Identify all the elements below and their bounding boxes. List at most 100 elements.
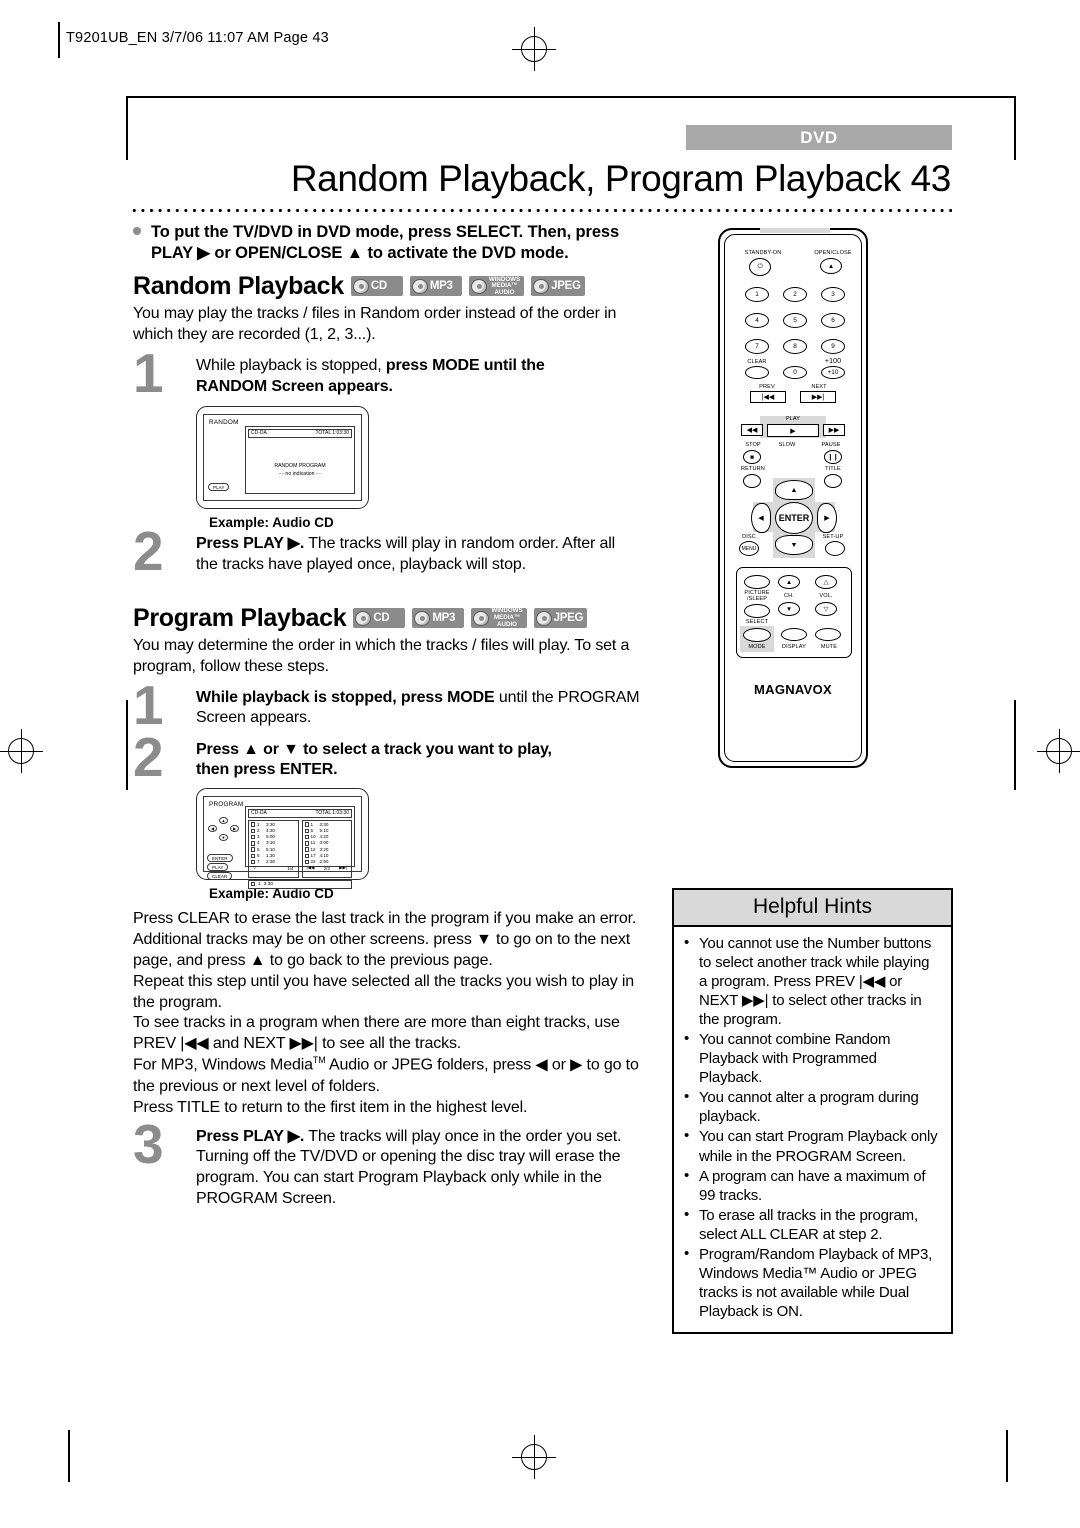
standby-on-button[interactable]: ⏻ (749, 258, 771, 276)
badge-mp3-label: MP3 (429, 279, 453, 292)
number-7-button[interactable]: 7 (745, 339, 769, 354)
volume-up-button[interactable]: △ (815, 575, 837, 589)
pause-label: PAUSE (821, 442, 841, 448)
intro-bullet: To put the TV/DVD in DVD mode, press SEL… (133, 222, 641, 265)
track-checkbox-icon (304, 822, 309, 828)
plus-10-button[interactable]: +10 (821, 366, 845, 379)
random-playback-heading-row: Random Playback CD MP3 WINDOWS MEDIA™ AU… (133, 272, 641, 301)
helpful-hints-box: Helpful Hints You cannot use the Number … (672, 888, 953, 1334)
number-3-button[interactable]: 3 (821, 287, 845, 302)
cursor-left-button[interactable]: ◀ (751, 503, 771, 533)
page-frame-left (126, 96, 128, 160)
program-screen-track-columns: 1 3:30 2 4:30 3 5:00 4 3:10 5 5:10 6 1:30 7 2:3… (248, 819, 352, 878)
play-button[interactable]: ▶ (767, 424, 819, 437)
number-1-button[interactable]: 1 (745, 287, 769, 302)
random-step-1-number: 1 (133, 341, 164, 404)
track-checkbox-icon (251, 822, 255, 828)
display-label: DISPLAY (782, 644, 806, 650)
selected-track-number: 1 (258, 881, 261, 887)
number-4-button[interactable]: 4 (745, 313, 769, 328)
open-close-button[interactable]: ▲ (820, 258, 842, 274)
mute-label: MUTE (820, 644, 838, 650)
title-button[interactable] (824, 474, 842, 488)
badge-wma-label: WINDOWS MEDIA™ AUDIO (491, 607, 523, 628)
number-8-button[interactable]: 8 (783, 339, 807, 354)
trim-mark-left (68, 1430, 70, 1482)
slow-label: SLOW (778, 442, 796, 448)
selected-track-time: 3:30 (263, 881, 274, 887)
number-2-button[interactable]: 2 (783, 287, 807, 302)
track-checkbox-icon (251, 834, 255, 840)
fast-forward-button[interactable]: ▶▶ (823, 424, 845, 436)
program-screen-right-footer: |◀◀ 2/3 ▶▶| (305, 865, 350, 871)
cursor-up-button[interactable]: ▲ (775, 480, 813, 500)
random-screen-label: RANDOM (209, 418, 239, 426)
random-step-1: 1 While playback is stopped, press MODE … (133, 345, 641, 400)
program-step-3-number: 3 (133, 1112, 164, 1175)
channel-down-button[interactable]: ▼ (778, 602, 800, 616)
mute-button[interactable] (815, 628, 841, 641)
random-screen-mid-line2: - - no indication - - (279, 471, 321, 478)
trim-mark-right (1006, 1430, 1008, 1482)
random-screen-play-pill: PLAY (208, 482, 230, 491)
random-step-2-number: 2 (133, 519, 164, 582)
program-step-3: 3 Press PLAY ▶. The tracks will play onc… (133, 1116, 641, 1210)
bullet-dot-icon (133, 227, 141, 235)
setup-button[interactable] (825, 541, 845, 556)
disc-icon (352, 278, 369, 294)
badge-jpeg-label: JPEG (551, 279, 581, 292)
disc-icon (533, 278, 550, 294)
picture-sleep-button[interactable] (744, 575, 770, 589)
pause-button[interactable]: ❙❙ (824, 450, 842, 464)
enter-button[interactable]: ENTER (775, 502, 813, 534)
number-0-button[interactable]: 0 (783, 366, 807, 379)
program-step-2: 2 Press ▲ or ▼ to select a track you wan… (133, 729, 641, 784)
program-para-5: For MP3, Windows MediaTM Audio or JPEG f… (133, 1055, 639, 1095)
cursor-down-button[interactable]: ▼ (775, 535, 813, 555)
number-6-button[interactable]: 6 (821, 313, 845, 328)
stop-button[interactable]: ■ (743, 450, 761, 464)
clear-button[interactable] (745, 366, 769, 379)
dpad-down-icon: ▼ (219, 833, 228, 841)
clear-label: CLEAR (747, 359, 767, 365)
page-title: Random Playback, Program Playback 43 (290, 158, 952, 199)
program-para-6: Press TITLE to return to the first item … (133, 1098, 528, 1116)
next-icon: ▶▶| (339, 865, 347, 871)
disc-menu-button[interactable]: MENU (739, 541, 759, 556)
mode-button[interactable] (743, 628, 771, 642)
program-screen-play-pill: PLAY (207, 862, 229, 871)
helpful-hints-list: You cannot use the Number buttons to sel… (674, 927, 951, 1332)
return-button[interactable] (743, 474, 761, 488)
prev-button[interactable]: |◀◀ (750, 391, 786, 403)
program-screen-selected-row: 1 3:30 (248, 879, 352, 889)
remote-control-illustration: STANDBY-ON ⏻ OPEN/CLOSE ▲ 1 2 3 4 5 6 7 … (718, 228, 868, 768)
badge-windows-media-audio: WINDOWS MEDIA™ AUDIO (471, 607, 527, 629)
rewind-button[interactable]: ◀◀ (741, 424, 763, 436)
program-playback-intro: You may determine the order in which the… (133, 636, 630, 675)
scroll-down-icon: ▽ (253, 865, 257, 871)
main-content-column: To put the TV/DVD in DVD mode, press SEL… (133, 222, 641, 1210)
program-step-3-text: Press PLAY ▶. The tracks will play once … (196, 1127, 622, 1207)
display-button[interactable] (781, 628, 807, 641)
number-9-button[interactable]: 9 (821, 339, 845, 354)
play-label: PLAY (785, 416, 801, 422)
program-step-1: 1 While playback is stopped, press MODE … (133, 677, 641, 732)
number-5-button[interactable]: 5 (783, 313, 807, 328)
program-step-2-text: Press ▲ or ▼ to select a track you want … (196, 740, 552, 779)
program-screen-left-footer: ▽ 1/4 (251, 865, 296, 871)
channel-up-button[interactable]: ▲ (778, 575, 800, 589)
track-checkbox-icon (304, 847, 309, 852)
program-screen-inner: PROGRAM ▲ ▼ ◀ ▶ ENTER PLAY CLEAR CD-DA T… (203, 795, 362, 889)
next-button[interactable]: ▶▶| (800, 391, 836, 403)
brand-logo: MAGNAVOX (754, 682, 832, 697)
mode-label: MODE (748, 644, 766, 650)
random-playback-heading: Random Playback (133, 271, 344, 300)
program-screen-disc-type: CD-DA (251, 810, 267, 817)
open-close-label: OPEN/CLOSE (814, 250, 852, 256)
volume-down-button[interactable]: ▽ (815, 602, 837, 616)
select-button[interactable] (744, 604, 770, 618)
badge-mp3: MP3 (409, 276, 462, 297)
standby-on-label: STANDBY-ON (744, 250, 782, 256)
cursor-right-button[interactable]: ▶ (817, 503, 837, 533)
badge-cd: CD (350, 276, 403, 297)
